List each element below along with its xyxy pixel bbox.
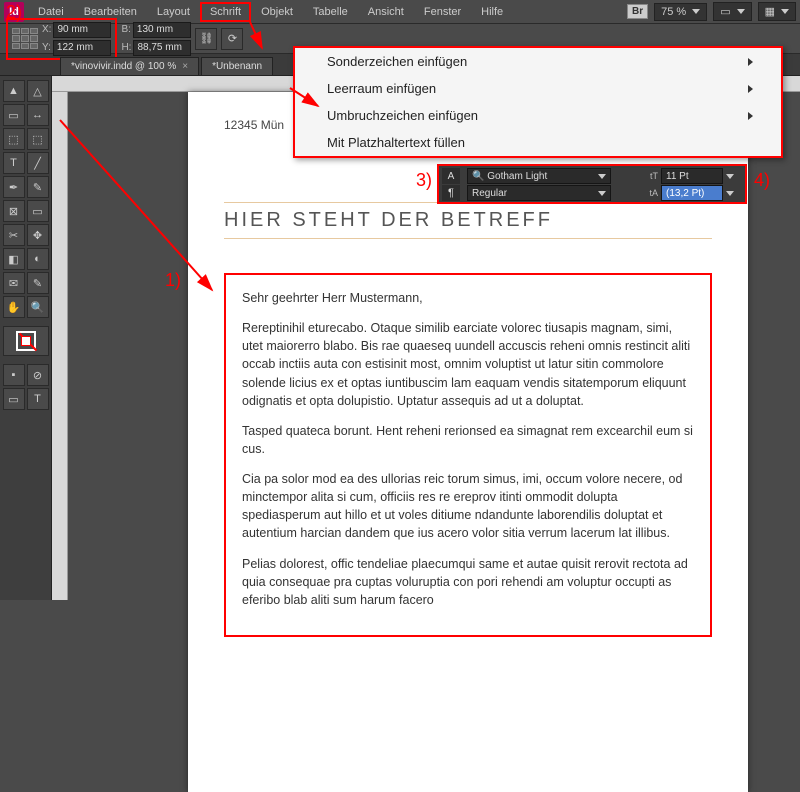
annotation-1: 1): [165, 270, 181, 291]
w-label: B:: [121, 24, 130, 35]
h-field[interactable]: [133, 40, 191, 56]
w-field[interactable]: [133, 22, 191, 38]
tools-panel: ▲△ ▭↔ ⬚⬚ T╱ ✒✎ ⊠▭ ✂✥ ◧◐ ✉✎ ✋🔍 ▪⊘ ▭T: [0, 76, 52, 600]
rotate-icon[interactable]: ⟳: [221, 28, 243, 50]
zoom-level-dropdown[interactable]: 75 %: [654, 3, 707, 21]
transform-controls: X: Y:: [6, 18, 117, 60]
type-tool[interactable]: T: [3, 152, 25, 174]
menu-schrift[interactable]: Schrift: [200, 2, 251, 22]
salutation: Sehr geehrter Herr Mustermann,: [242, 289, 694, 307]
x-field[interactable]: [53, 22, 111, 38]
menu-item-platzhaltertext[interactable]: Mit Platzhaltertext füllen: [295, 129, 781, 156]
font-style-dropdown[interactable]: Regular: [467, 185, 611, 201]
content-collector-tool[interactable]: ⬚: [3, 128, 25, 150]
rectangle-frame-tool[interactable]: ⊠: [3, 200, 25, 222]
screen-mode-dropdown[interactable]: ▦: [758, 2, 796, 21]
chevron-down-icon: [692, 9, 700, 14]
zoom-tool[interactable]: 🔍: [27, 296, 49, 318]
normal-view-icon[interactable]: ▭: [3, 388, 25, 410]
view-mode-dropdown[interactable]: ▭: [713, 2, 751, 21]
submenu-arrow-icon: [748, 112, 753, 120]
eyedropper-tool[interactable]: ✎: [27, 272, 49, 294]
font-size-icon: tT: [614, 171, 658, 181]
chevron-down-icon: [598, 191, 606, 196]
menu-bar: Id Datei Bearbeiten Layout Schrift Objek…: [0, 0, 800, 24]
fill-stroke-swatch[interactable]: [3, 326, 49, 356]
pencil-tool[interactable]: ✎: [27, 176, 49, 198]
h-label: H:: [121, 42, 131, 53]
chevron-down-icon: [781, 9, 789, 14]
chevron-down-icon: [737, 9, 745, 14]
line-tool[interactable]: ╱: [27, 152, 49, 174]
character-panel: A 🔍 Gotham Light tT 11 Pt ¶ Regular tA (…: [437, 164, 747, 204]
vertical-ruler[interactable]: [52, 92, 68, 600]
note-tool[interactable]: ✉: [3, 272, 25, 294]
hand-tool[interactable]: ✋: [3, 296, 25, 318]
subject-line: HIER STEHT DER BETREFF: [224, 202, 712, 239]
submenu-arrow-icon: [748, 58, 753, 66]
body-paragraph: Pelias dolorest, offic tendeliae plaecum…: [242, 555, 694, 609]
page-tool[interactable]: ▭: [3, 104, 25, 126]
leading-field[interactable]: (13,2 Pt): [661, 185, 723, 201]
bridge-badge-icon[interactable]: Br: [627, 4, 648, 19]
leading-icon: tA: [614, 188, 658, 198]
pen-tool[interactable]: ✒: [3, 176, 25, 198]
paragraph-formatting-icon[interactable]: ¶: [442, 185, 460, 201]
gradient-feather-tool[interactable]: ◐: [27, 248, 49, 270]
font-family-dropdown[interactable]: 🔍 Gotham Light: [467, 168, 611, 184]
x-label: X:: [42, 24, 51, 35]
direct-selection-tool[interactable]: △: [27, 80, 49, 102]
menu-fenster[interactable]: Fenster: [414, 2, 471, 22]
content-placer-tool[interactable]: ⬚: [27, 128, 49, 150]
rectangle-tool[interactable]: ▭: [27, 200, 49, 222]
annotation-3: 3): [416, 170, 432, 191]
gradient-swatch-tool[interactable]: ◧: [3, 248, 25, 270]
zoom-value: 75 %: [661, 6, 686, 18]
menu-item-umbruchzeichen[interactable]: Umbruchzeichen einfügen: [295, 102, 781, 129]
annotation-2: 2): [6, 2, 22, 23]
chevron-down-icon: [598, 174, 606, 179]
close-icon[interactable]: ×: [182, 61, 188, 72]
menu-item-sonderzeichen[interactable]: Sonderzeichen einfügen: [295, 48, 781, 75]
submenu-arrow-icon: [748, 85, 753, 93]
free-transform-tool[interactable]: ✥: [27, 224, 49, 246]
scissors-tool[interactable]: ✂: [3, 224, 25, 246]
apply-none-icon[interactable]: ⊘: [27, 364, 49, 386]
gap-tool[interactable]: ↔: [27, 104, 49, 126]
menu-ansicht[interactable]: Ansicht: [358, 2, 414, 22]
menu-hilfe[interactable]: Hilfe: [471, 2, 513, 22]
y-field[interactable]: [53, 40, 111, 56]
character-formatting-icon[interactable]: A: [442, 168, 460, 184]
text-frame[interactable]: Sehr geehrter Herr Mustermann, Rereptini…: [224, 273, 712, 637]
body-paragraph: Cia pa solor mod ea des ullorias reic to…: [242, 470, 694, 543]
chevron-down-icon[interactable]: [726, 191, 734, 196]
menu-layout[interactable]: Layout: [147, 2, 200, 22]
apply-color-icon[interactable]: ▪: [3, 364, 25, 386]
annotation-4: 4): [754, 170, 770, 191]
selection-tool[interactable]: ▲: [3, 80, 25, 102]
preview-view-icon[interactable]: T: [27, 388, 49, 410]
y-label: Y:: [42, 42, 51, 53]
constrain-proportions-icon[interactable]: ⛓: [195, 28, 217, 50]
schrift-dropdown-menu: Sonderzeichen einfügen Leerraum einfügen…: [293, 46, 783, 158]
document-tab[interactable]: *Unbenann: [201, 57, 273, 75]
chevron-down-icon[interactable]: [726, 174, 734, 179]
menu-objekt[interactable]: Objekt: [251, 2, 303, 22]
menu-item-leerraum[interactable]: Leerraum einfügen: [295, 75, 781, 102]
menu-tabelle[interactable]: Tabelle: [303, 2, 358, 22]
font-size-field[interactable]: 11 Pt: [661, 168, 723, 184]
body-paragraph: Rereptinihil eturecabo. Otaque similib e…: [242, 319, 694, 410]
body-paragraph: Tasped quateca borunt. Hent reheni rerio…: [242, 422, 694, 458]
reference-point-grid[interactable]: [12, 28, 38, 50]
document-tab[interactable]: *vinovivir.indd @ 100 %×: [60, 57, 199, 75]
